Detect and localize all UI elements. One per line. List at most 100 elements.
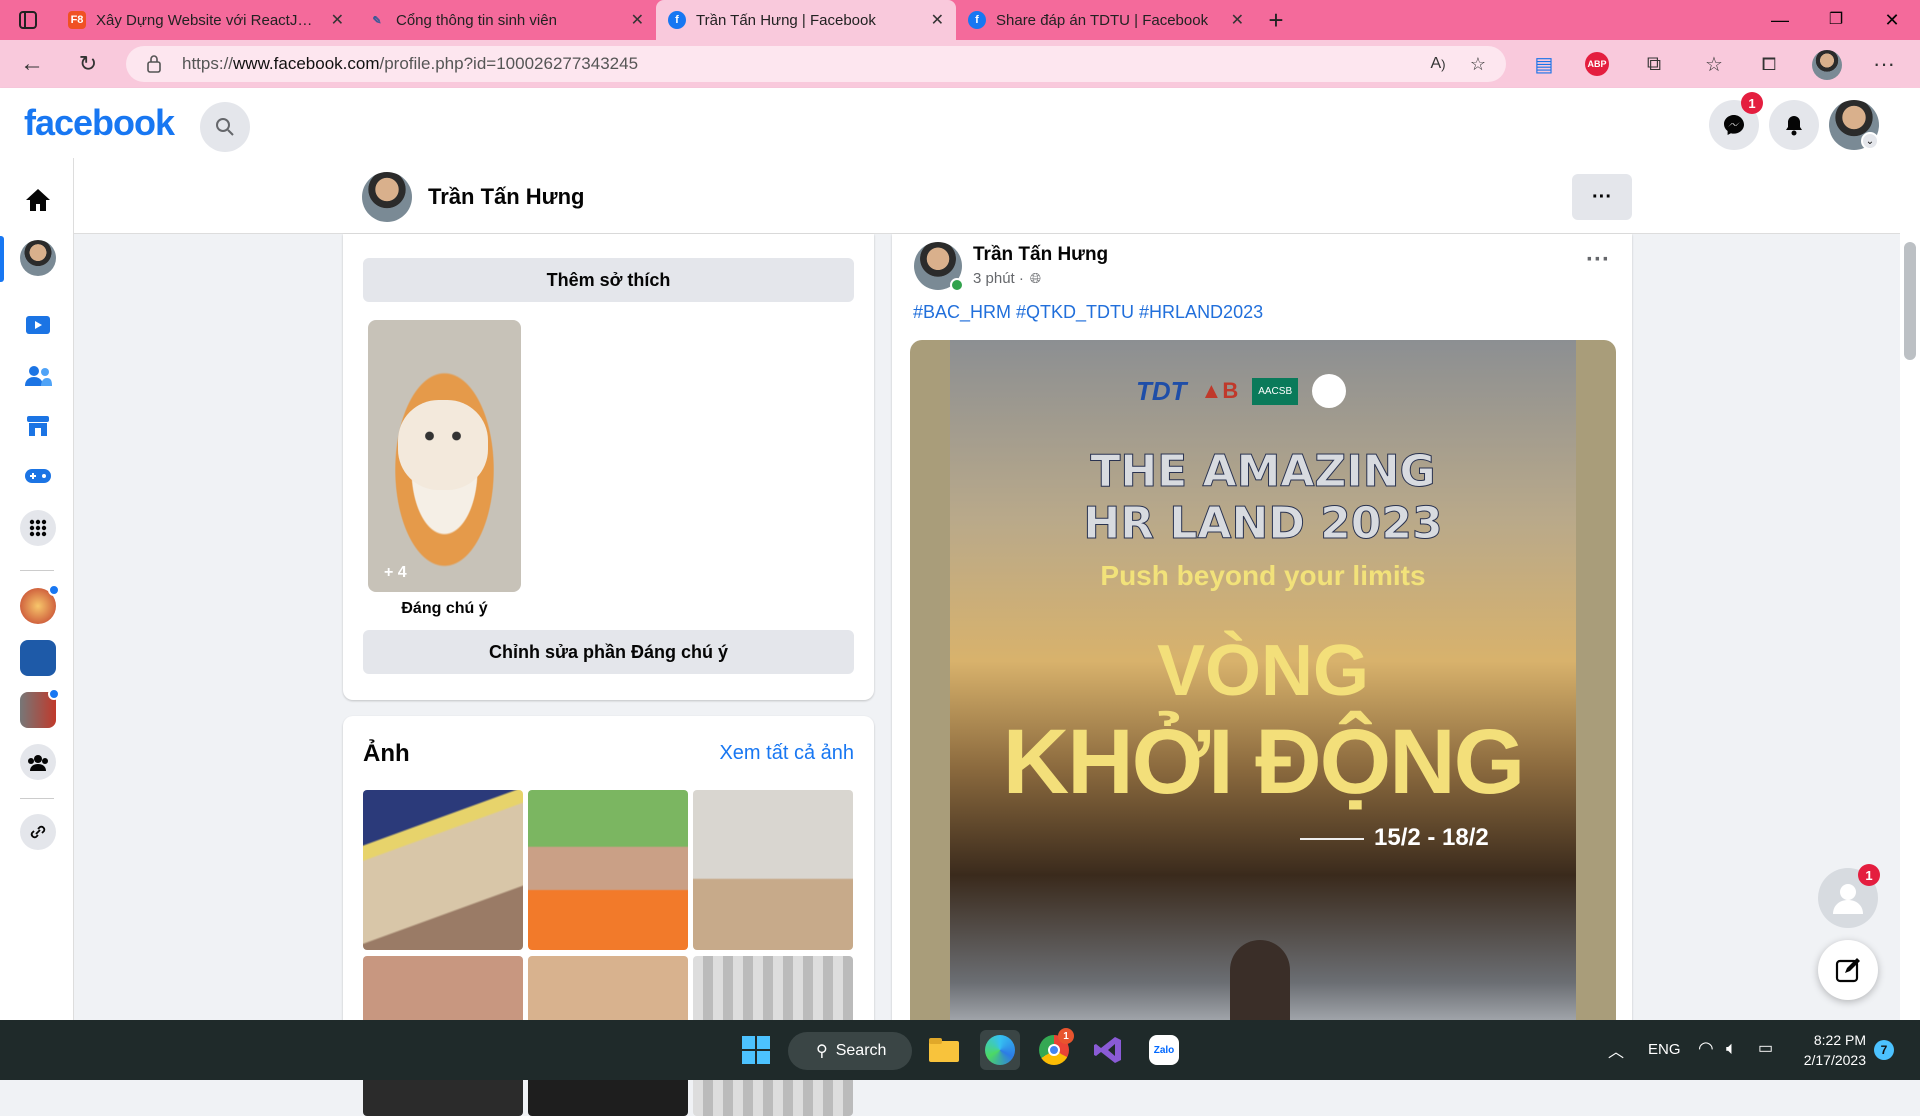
chat-badge: 1 <box>1858 864 1880 886</box>
volume-icon[interactable]: 🔈︎ <box>1726 1038 1737 1059</box>
left-navigation-rail <box>0 158 74 1020</box>
refresh-icon[interactable]: ↻ <box>72 48 104 80</box>
chrome-icon[interactable]: 1 <box>1034 1028 1074 1070</box>
contact-chat-head[interactable]: 1 <box>1818 864 1880 928</box>
post-author-name[interactable]: Trần Tấn Hưng <box>973 244 1108 266</box>
close-icon[interactable]: ✕ <box>1231 10 1244 30</box>
add-hobbies-button[interactable]: Thêm sở thích <box>363 258 854 302</box>
post-hashtags[interactable]: #BAC_HRM #QTKD_TDTU #HRLAND2023 <box>913 302 1263 323</box>
window-close-button[interactable]: ✕ <box>1864 0 1920 40</box>
post-time[interactable]: 3 phút · <box>973 270 1024 287</box>
tab-share-tdtu[interactable]: f Share đáp án TDTU | Facebook ✕ <box>956 0 1256 40</box>
bell-icon <box>1786 116 1802 136</box>
cat-photo <box>398 400 488 490</box>
group-shortcut-2[interactable] <box>20 640 56 676</box>
settings-menu-icon[interactable]: ··· <box>1870 50 1898 78</box>
profile-shortcut-avatar[interactable] <box>20 240 56 276</box>
new-message-button[interactable] <box>1818 940 1878 1000</box>
notifications-button[interactable] <box>1769 100 1819 150</box>
profile-avatar[interactable] <box>362 172 412 222</box>
photos-card: Ảnh Xem tất cả ảnh <box>343 716 874 1116</box>
tab-title: Trần Tấn Hưng | Facebook <box>696 11 876 29</box>
visual-studio-icon[interactable] <box>1088 1030 1128 1070</box>
online-status-dot <box>950 278 964 292</box>
clock-date[interactable]: 2/17/2023 <box>1794 1050 1866 1070</box>
bac-logo-icon <box>1312 374 1347 408</box>
messenger-button[interactable]: 1 <box>1709 92 1763 150</box>
url-field[interactable]: https://www.facebook.com/profile.php?id=… <box>126 46 1506 82</box>
poster-round2: KHỞI ĐỘNG <box>1002 711 1525 813</box>
search-icon <box>216 118 234 136</box>
tab-f8[interactable]: F8 Xây Dựng Website với ReactJS | F8 ✕ <box>56 0 356 40</box>
tab-title: Share đáp án TDTU | Facebook <box>996 11 1209 29</box>
page-scrollbar[interactable] <box>1900 88 1920 1020</box>
chevron-down-icon[interactable]: ⌄ <box>1861 132 1879 150</box>
divider <box>20 570 54 571</box>
favorites-icon[interactable]: ☆ <box>1700 50 1728 78</box>
gaming-icon[interactable] <box>20 458 56 494</box>
unread-dot <box>48 688 60 700</box>
featured-collection[interactable]: + 4 <box>368 320 521 592</box>
menu-grid-icon[interactable] <box>20 510 56 546</box>
collections-icon[interactable]: ▤ <box>1530 50 1558 78</box>
link-icon[interactable] <box>20 814 56 850</box>
url-path: /profile.php?id=100026277343245 <box>379 54 639 73</box>
notification-count[interactable]: 7 <box>1874 1040 1894 1060</box>
groups-icon[interactable] <box>20 744 56 780</box>
file-explorer-icon[interactable] <box>924 1030 964 1070</box>
battery-icon[interactable]: ▭ <box>1758 1038 1773 1058</box>
show-hidden-icons[interactable]: ︿ <box>1608 1038 1624 1062</box>
post-options-icon[interactable]: ··· <box>1586 246 1610 274</box>
minimize-button[interactable]: — <box>1752 0 1808 40</box>
photo-thumbnail[interactable] <box>528 790 688 950</box>
close-icon[interactable]: ✕ <box>931 10 944 30</box>
messenger-badge: 1 <box>1741 92 1763 114</box>
chrome-badge: 1 <box>1058 1028 1074 1044</box>
profile-more-button[interactable]: ··· <box>1572 174 1632 220</box>
language-indicator[interactable]: ENG <box>1648 1041 1681 1058</box>
poster-tagline: Push beyond your limits <box>1100 560 1426 591</box>
photo-thumbnail[interactable] <box>693 790 853 950</box>
new-tab-button[interactable]: + <box>1256 5 1296 36</box>
see-all-photos-link[interactable]: Xem tất cả ảnh <box>719 742 854 765</box>
photo-thumbnail[interactable] <box>363 790 523 950</box>
clock-time[interactable]: 8:22 PM <box>1794 1030 1866 1050</box>
marketplace-icon[interactable] <box>20 408 56 444</box>
close-icon[interactable]: ✕ <box>631 10 644 30</box>
adblock-icon[interactable]: ABP <box>1585 52 1609 76</box>
extensions-icon[interactable]: ⧉ <box>1640 50 1668 78</box>
tab-profile[interactable]: f Trần Tấn Hưng | Facebook ✕ <box>656 0 956 40</box>
read-aloud-icon[interactable]: A) <box>1426 52 1450 76</box>
poster-dates: 15/2 - 18/2 <box>1374 824 1489 851</box>
restore-button[interactable]: ❐ <box>1808 0 1864 40</box>
poster-line1: THE AMAZING <box>1090 446 1436 498</box>
url-domain: www.facebook.com <box>233 54 380 73</box>
friends-icon[interactable] <box>20 358 56 394</box>
compose-icon <box>1835 958 1860 983</box>
edit-featured-button[interactable]: Chỉnh sửa phần Đáng chú ý <box>363 630 854 674</box>
search-button[interactable] <box>200 102 250 152</box>
favorite-add-icon[interactable]: ☆ <box>1466 52 1490 76</box>
browser-profile-avatar[interactable] <box>1812 50 1842 80</box>
scrollbar-thumb[interactable] <box>1904 242 1916 360</box>
close-icon[interactable]: ✕ <box>331 10 344 30</box>
poster-date-rule <box>1300 838 1364 840</box>
zalo-icon[interactable]: Zalo <box>1144 1030 1184 1070</box>
tab-actions-icon[interactable] <box>0 0 56 40</box>
taskbar-search-label: Search <box>835 1042 887 1059</box>
facebook-logo[interactable]: facebook <box>24 102 175 144</box>
home-icon[interactable] <box>20 182 56 218</box>
back-arrow-icon[interactable]: ← <box>16 48 48 80</box>
lock-icon <box>144 54 164 74</box>
edge-icon[interactable] <box>980 1030 1020 1070</box>
watch-icon[interactable] <box>20 308 56 344</box>
collections-tab-icon[interactable]: ⧠ <box>1755 50 1783 78</box>
start-windows-icon[interactable] <box>736 1030 776 1070</box>
wifi-icon[interactable]: ◠ <box>1698 1038 1714 1059</box>
profile-name[interactable]: Trần Tấn Hưng <box>428 184 585 210</box>
tab-student-portal[interactable]: ✎ Cổng thông tin sinh viên ✕ <box>356 0 656 40</box>
post-image[interactable]: TDT ▲B AACSB THE AMAZING HR LAND 2023 Pu… <box>910 340 1616 1054</box>
tdt-logo-icon: TDT <box>1136 375 1187 406</box>
profile-sticky-header: Trần Tấn Hưng ··· <box>74 158 1900 234</box>
taskbar-search[interactable]: ⚲ Search <box>788 1032 912 1070</box>
